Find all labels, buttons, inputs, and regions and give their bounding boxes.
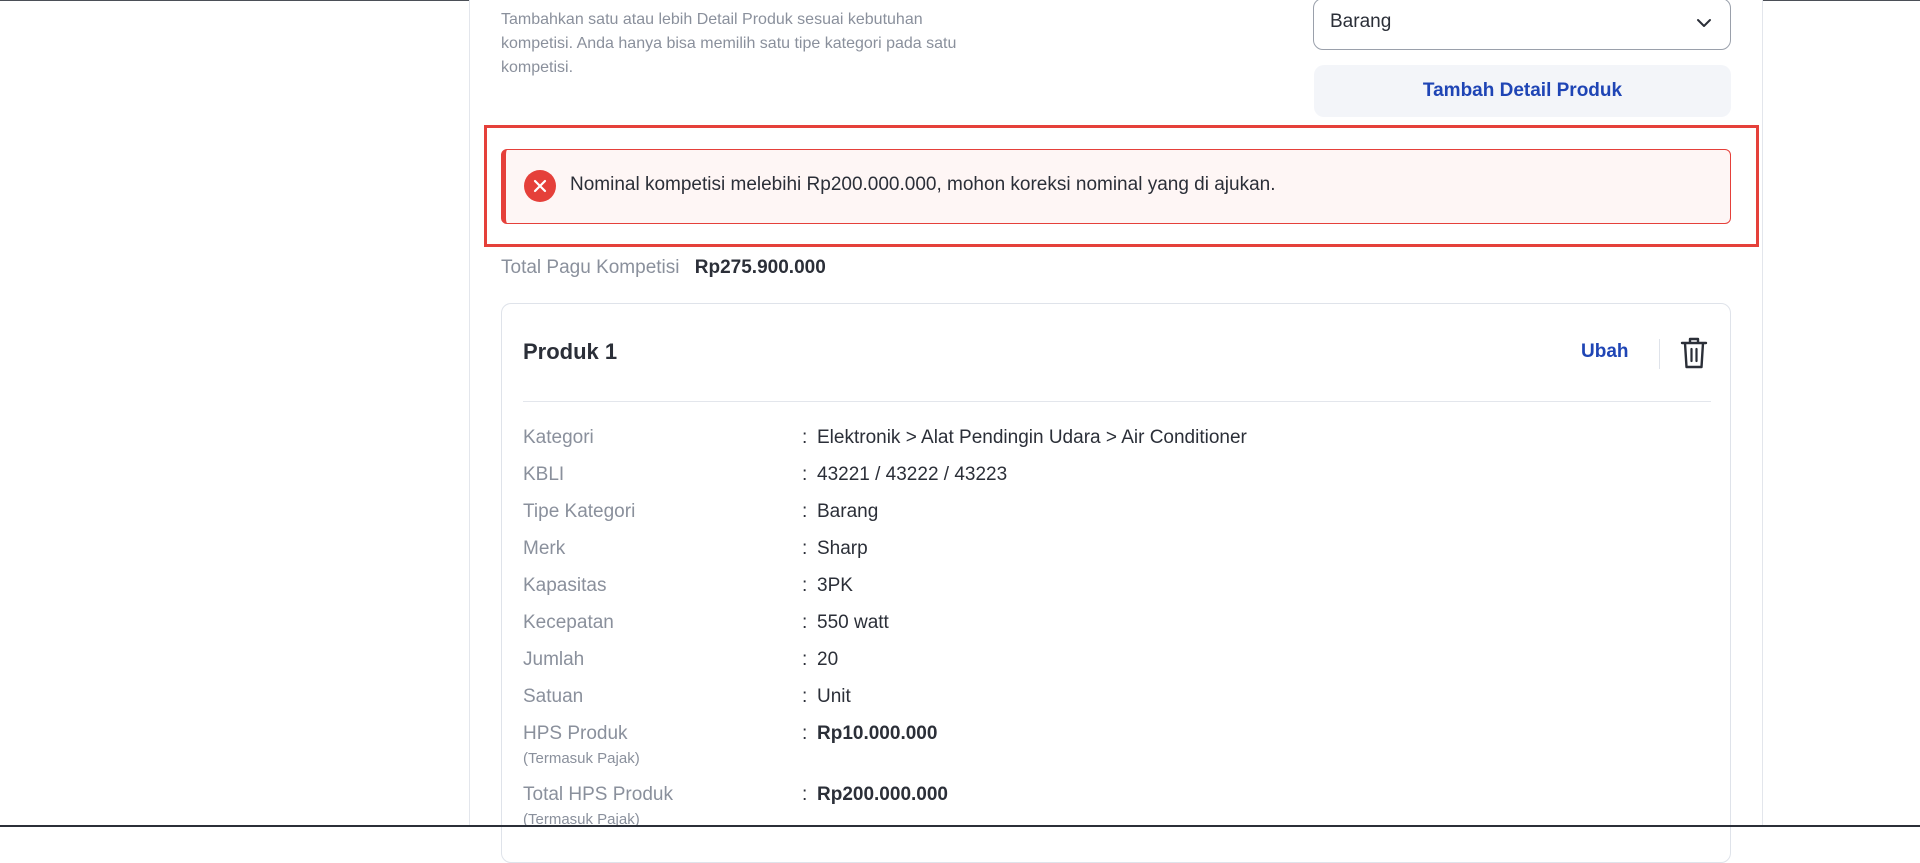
action-divider: [1659, 339, 1660, 369]
error-close-icon: [524, 170, 556, 202]
spec-colon: :: [802, 612, 808, 633]
spec-value: Sharp: [817, 538, 868, 559]
category-type-value: Barang: [1330, 11, 1392, 32]
spec-colon: :: [802, 427, 808, 448]
spec-colon: :: [802, 501, 808, 522]
product-title: Produk 1: [523, 339, 618, 364]
spec-colon: :: [802, 784, 808, 805]
spec-key: Jumlah: [523, 649, 585, 670]
edit-product-link[interactable]: Ubah: [1581, 341, 1629, 363]
add-product-detail-button[interactable]: Tambah Detail Produk: [1314, 65, 1731, 117]
spec-key: Satuan: [523, 686, 584, 707]
spec-colon: :: [802, 723, 808, 744]
total-amount: Rp275.900.000: [694, 257, 826, 278]
category-type-select[interactable]: Barang: [1313, 0, 1731, 50]
spec-value: Rp200.000.000: [817, 784, 948, 805]
total-competition-budget: Total Pagu Kompetisi Rp275.900.000: [501, 257, 826, 279]
card-header-divider: [523, 401, 1711, 402]
spec-key: HPS Produk: [523, 723, 628, 744]
spec-key: Kapasitas: [523, 575, 607, 596]
spec-value: Rp10.000.000: [817, 723, 938, 744]
trash-icon[interactable]: [1679, 336, 1709, 370]
spec-key: Kategori: [523, 427, 594, 448]
error-message: Nominal kompetisi melebihi Rp200.000.000…: [570, 174, 1276, 195]
spec-key-note: (Termasuk Pajak): [523, 750, 640, 767]
product-detail-description: Tambahkan satu atau lebih Detail Produk …: [501, 11, 957, 76]
spec-value: 550 watt: [817, 612, 889, 633]
spec-key: Merk: [523, 538, 566, 559]
spec-colon: :: [802, 686, 808, 707]
spec-value: Unit: [817, 686, 851, 707]
spec-value: 3PK: [817, 575, 853, 596]
spec-key: Tipe Kategori: [523, 501, 636, 522]
total-label: Total Pagu Kompetisi: [501, 257, 680, 278]
spec-key: KBLI: [523, 464, 565, 485]
spec-colon: :: [802, 464, 808, 485]
spec-key: Kecepatan: [523, 612, 614, 633]
spec-colon: :: [802, 575, 808, 596]
product-card: Produk 1 Ubah Kategori : Elektronik > Al…: [501, 303, 1731, 863]
spec-value: 43221 / 43222 / 43223: [817, 464, 1008, 485]
spec-value: Barang: [817, 501, 879, 522]
error-alert: Nominal kompetisi melebihi Rp200.000.000…: [501, 149, 1731, 224]
spec-value: 20: [817, 649, 839, 670]
spec-value: Elektronik > Alat Pendingin Udara > Air …: [817, 427, 1247, 448]
chevron-down-icon: [1697, 19, 1711, 27]
spec-colon: :: [802, 649, 808, 670]
spec-key: Total HPS Produk: [523, 784, 673, 805]
spec-colon: :: [802, 538, 808, 559]
